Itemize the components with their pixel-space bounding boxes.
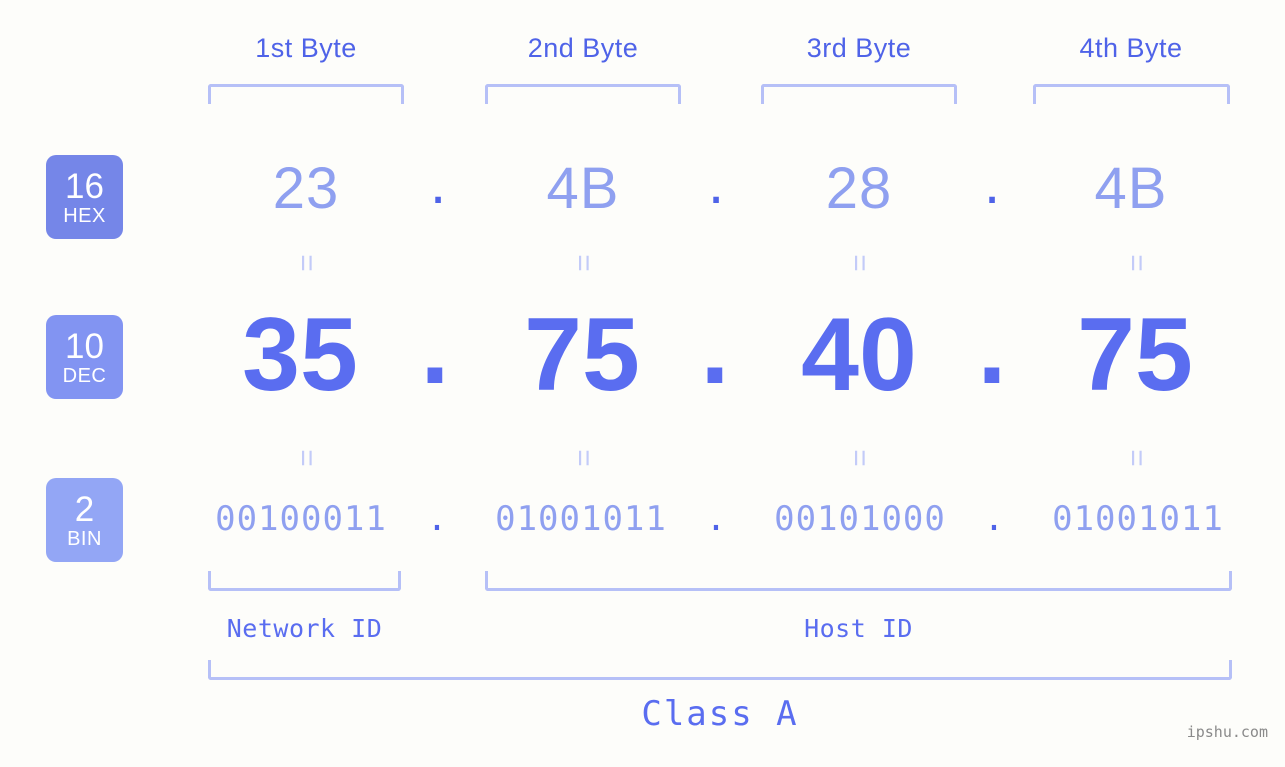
host-id-bracket (485, 571, 1232, 591)
base-badge-hex: 16 HEX (46, 155, 123, 239)
bin-value-3: 00101000 (774, 499, 946, 539)
class-label: Class A (641, 694, 799, 734)
bin-separator-2: . (705, 499, 727, 539)
base-badge-bin: 2 BIN (46, 478, 123, 562)
ip-breakdown-diagram: 1st Byte 2nd Byte 3rd Byte 4th Byte 16 H… (0, 0, 1285, 767)
dec-separator-1: . (420, 290, 450, 406)
byte-bracket-2 (485, 84, 681, 104)
bin-separator-1: . (426, 499, 448, 539)
base-badge-bin-name: BIN (67, 527, 102, 550)
base-badge-hex-number: 16 (65, 166, 104, 206)
class-bracket (208, 660, 1232, 680)
byte-header-4: 4th Byte (1079, 33, 1183, 63)
bin-value-4: 01001011 (1052, 499, 1224, 539)
network-id-bracket (208, 571, 401, 591)
byte-header-3: 3rd Byte (806, 33, 912, 63)
byte-bracket-1 (208, 84, 404, 104)
hex-separator-1: . (429, 151, 447, 216)
byte-bracket-3 (761, 84, 957, 104)
byte-header-2: 2nd Byte (527, 33, 639, 63)
base-badge-bin-number: 2 (74, 489, 95, 529)
bin-value-1: 00100011 (215, 499, 387, 539)
base-badge-dec: 10 DEC (46, 315, 123, 399)
dec-separator-3: . (977, 290, 1007, 406)
dec-separator-2: . (700, 290, 730, 406)
network-id-label: Network ID (226, 614, 383, 643)
byte-bracket-4 (1033, 84, 1230, 104)
base-badge-dec-number: 10 (65, 326, 104, 366)
base-badge-hex-name: HEX (63, 204, 106, 227)
byte-header-1: 1st Byte (255, 33, 357, 63)
hex-separator-2: . (707, 151, 725, 216)
host-id-label: Host ID (804, 614, 913, 643)
bin-value-2: 01001011 (495, 499, 667, 539)
bin-separator-3: . (983, 499, 1005, 539)
hex-separator-3: . (983, 151, 1001, 216)
watermark: ipshu.com (1186, 723, 1268, 741)
base-badge-dec-name: DEC (62, 364, 107, 387)
